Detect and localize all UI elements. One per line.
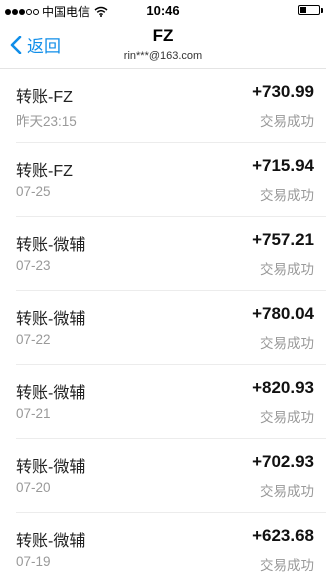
list-item[interactable]: 转账-微辅 07-20 +702.93 交易成功 bbox=[16, 439, 326, 513]
list-item[interactable]: 转账-FZ 07-25 +715.94 交易成功 bbox=[16, 143, 326, 217]
transaction-amount: +730.99 bbox=[252, 82, 314, 101]
battery-level bbox=[300, 7, 306, 13]
transaction-status: 交易成功 bbox=[260, 262, 314, 277]
transaction-amount: +780.04 bbox=[252, 304, 314, 323]
transaction-amount: +820.93 bbox=[252, 378, 314, 397]
transaction-amount: +715.94 bbox=[252, 156, 314, 175]
battery-nub bbox=[321, 8, 323, 13]
transaction-list: 转账-FZ 昨天23:15 +730.99 交易成功 转账-FZ 07-25 +… bbox=[0, 69, 326, 586]
list-item[interactable]: 转账-微辅 07-23 +757.21 交易成功 bbox=[16, 217, 326, 291]
transaction-title: 转账-FZ bbox=[16, 89, 73, 106]
list-item[interactable]: 转账-微辅 07-21 +820.93 交易成功 bbox=[16, 365, 326, 439]
list-item[interactable]: 转账-FZ 昨天23:15 +730.99 交易成功 bbox=[16, 69, 326, 143]
transaction-amount: +623.68 bbox=[252, 526, 314, 545]
navigation-bar: 返回 FZ rin***@163.com bbox=[0, 20, 326, 69]
transaction-title: 转账-微辅 bbox=[16, 311, 86, 328]
transaction-status: 交易成功 bbox=[260, 558, 314, 573]
transaction-amount: +702.93 bbox=[252, 452, 314, 471]
status-bar: 中国电信 10:46 bbox=[0, 0, 326, 20]
transaction-status: 交易成功 bbox=[260, 484, 314, 499]
list-item[interactable]: 转账-微辅 07-22 +780.04 交易成功 bbox=[16, 291, 326, 365]
transaction-title: 转账-微辅 bbox=[16, 533, 86, 550]
transaction-status: 交易成功 bbox=[260, 188, 314, 203]
status-time: 10:46 bbox=[146, 3, 180, 18]
transaction-date: 昨天23:15 bbox=[16, 114, 77, 129]
transaction-status: 交易成功 bbox=[260, 336, 314, 351]
transaction-title: 转账-微辅 bbox=[16, 237, 86, 254]
transaction-date: 07-19 bbox=[16, 554, 51, 569]
transaction-title: 转账-微辅 bbox=[16, 459, 86, 476]
account-email: rin***@163.com bbox=[123, 50, 203, 62]
transaction-date: 07-23 bbox=[16, 258, 51, 273]
transaction-date: 07-20 bbox=[16, 480, 51, 495]
list-item[interactable]: 转账-微辅 07-19 +623.68 交易成功 bbox=[16, 513, 326, 586]
transaction-date: 07-25 bbox=[16, 184, 51, 199]
transaction-date: 07-22 bbox=[16, 332, 51, 347]
transaction-amount: +757.21 bbox=[252, 230, 314, 249]
nav-title-block: FZ rin***@163.com bbox=[0, 26, 326, 62]
transaction-title: 转账-微辅 bbox=[16, 385, 86, 402]
transaction-status: 交易成功 bbox=[260, 114, 314, 129]
transaction-date: 07-21 bbox=[16, 406, 51, 421]
transaction-title: 转账-FZ bbox=[16, 163, 73, 180]
battery-icon bbox=[298, 5, 320, 15]
transaction-status: 交易成功 bbox=[260, 410, 314, 425]
page-title: FZ bbox=[152, 26, 174, 45]
